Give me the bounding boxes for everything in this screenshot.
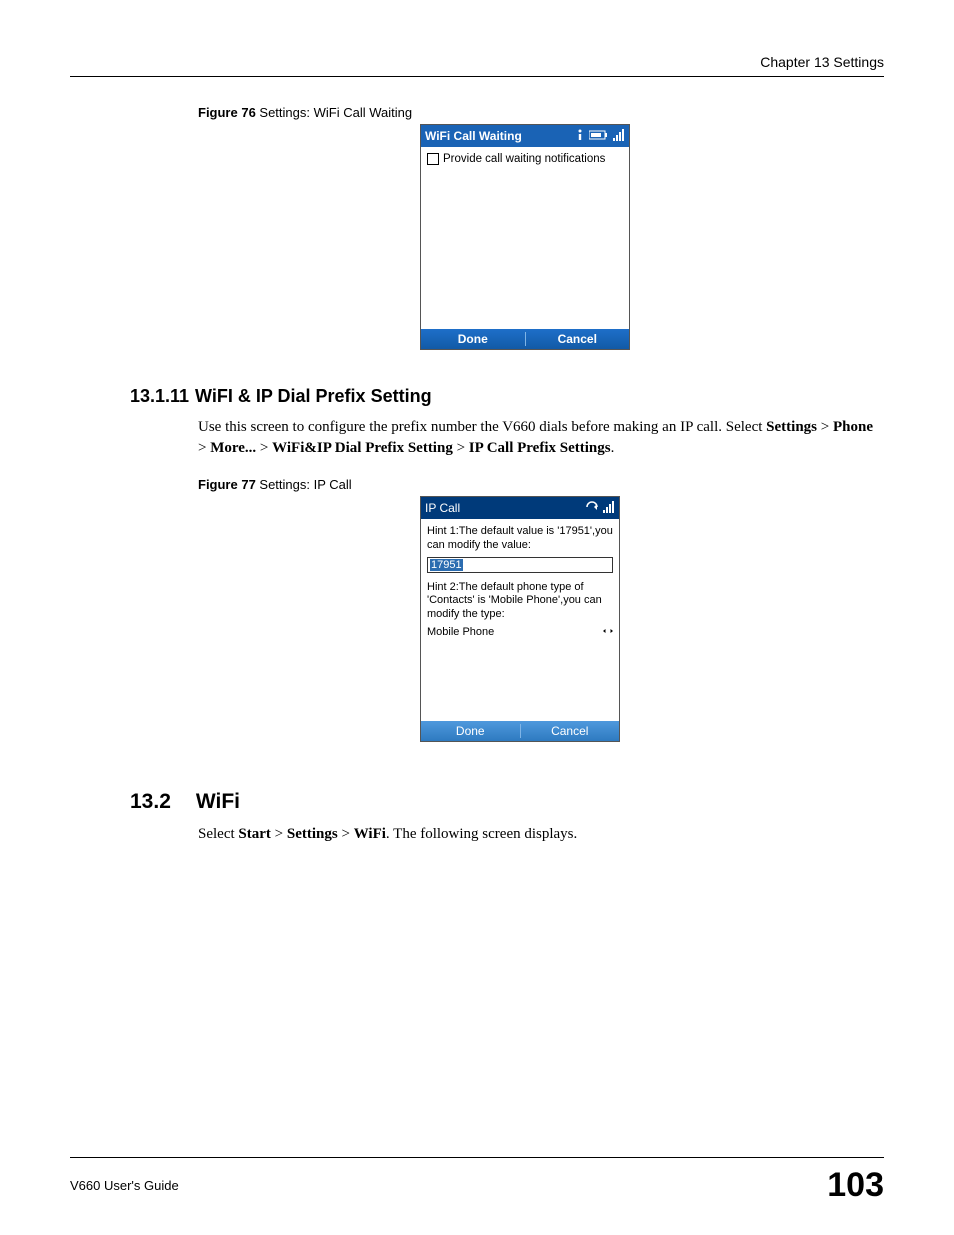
signal-icon — [603, 501, 615, 516]
status-icons-ip — [585, 501, 615, 516]
cancel-button[interactable]: Cancel — [521, 721, 620, 741]
footer-rule — [70, 1157, 884, 1158]
figure77-caption: Figure 77 Settings: IP Call — [198, 477, 884, 492]
figure76-phone: WiFi Call Waiting Provide call waiting n… — [420, 124, 630, 350]
signal-icon — [613, 129, 625, 144]
section-13-2-heading: 13.2 WiFi — [130, 790, 884, 814]
battery-icon — [589, 129, 609, 143]
done-button[interactable]: Done — [421, 721, 520, 741]
ip-prefix-input[interactable]: 17951 — [427, 557, 613, 573]
phone-type-value: Mobile Phone — [427, 626, 494, 638]
checkbox-icon[interactable] — [427, 153, 439, 165]
figure76-caption: Figure 76 Settings: WiFi Call Waiting — [198, 105, 884, 120]
fig77-body: Hint 1:The default value is '17951',you … — [421, 519, 619, 721]
figure77-phone: IP Call Hint 1:The default value is '179… — [420, 496, 620, 742]
info-icon — [575, 129, 585, 144]
sync-icon — [585, 501, 599, 516]
section-13-2-text: Select Start > Settings > WiFi. The foll… — [198, 824, 874, 845]
footer-guide: V660 User's Guide — [70, 1178, 179, 1193]
page: Chapter 13 Settings Figure 76 Settings: … — [0, 0, 954, 1235]
hint2-text: Hint 2:The default phone type of 'Contac… — [427, 581, 613, 622]
header-rule — [70, 76, 884, 77]
section-13-1-11-text: Use this screen to configure the prefix … — [198, 417, 874, 459]
done-button[interactable]: Done — [421, 329, 525, 349]
footer: V660 User's Guide 103 — [70, 1149, 884, 1205]
cancel-button[interactable]: Cancel — [526, 329, 630, 349]
left-right-arrow-icon — [603, 626, 613, 638]
fig76-titlebar: WiFi Call Waiting — [421, 125, 629, 147]
call-waiting-checkbox-row[interactable]: Provide call waiting notifications — [427, 153, 623, 165]
fig76-softkeys: Done Cancel — [421, 329, 629, 349]
fig77-softkeys: Done Cancel — [421, 721, 619, 741]
checkbox-label: Provide call waiting notifications — [443, 153, 605, 165]
section-13-1-11-heading: 13.1.11 WiFI & IP Dial Prefix Setting — [130, 386, 884, 407]
fig77-title: IP Call — [425, 501, 460, 515]
fig76-title: WiFi Call Waiting — [425, 129, 522, 143]
fig76-body: Provide call waiting notifications — [421, 147, 629, 329]
chapter-header: Chapter 13 Settings — [70, 54, 884, 70]
hint1-text: Hint 1:The default value is '17951',you … — [427, 525, 613, 553]
phone-type-selector[interactable]: Mobile Phone — [427, 626, 613, 638]
fig77-titlebar: IP Call — [421, 497, 619, 519]
status-icons — [575, 129, 625, 144]
page-number: 103 — [827, 1166, 884, 1205]
